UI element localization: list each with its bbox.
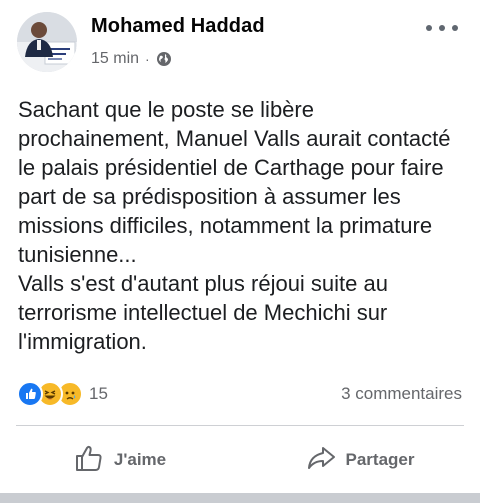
feed-separator xyxy=(0,493,480,503)
thumbs-up-icon xyxy=(74,444,104,477)
avatar-image xyxy=(17,12,77,72)
post-text: Sachant que le poste se libère prochaine… xyxy=(18,97,451,354)
reactions-summary[interactable]: 15 xyxy=(17,381,108,407)
share-button[interactable]: Partager xyxy=(240,430,480,490)
post-card: Mohamed Haddad 15 min · Sachant que le p… xyxy=(0,0,480,503)
comments-count-link[interactable]: 3 commentaires xyxy=(341,384,462,404)
meta-separator: · xyxy=(145,51,150,67)
share-arrow-icon xyxy=(306,444,336,477)
like-button[interactable]: J'aime xyxy=(0,430,240,490)
author-avatar[interactable] xyxy=(17,12,77,72)
post-time[interactable]: 15 min xyxy=(91,50,139,68)
post-actions: J'aime Partager xyxy=(0,430,480,490)
globe-icon[interactable] xyxy=(156,51,172,67)
post-meta: 15 min · xyxy=(91,50,172,68)
more-dot xyxy=(452,25,458,31)
like-label: J'aime xyxy=(113,450,167,469)
more-dot xyxy=(439,25,445,31)
more-dot xyxy=(426,25,432,31)
like-reaction-icon xyxy=(17,381,43,407)
actions-divider xyxy=(16,425,464,426)
share-label: Partager xyxy=(345,450,415,469)
reaction-count: 15 xyxy=(89,384,108,403)
more-options-icon[interactable] xyxy=(426,16,458,40)
author-name[interactable]: Mohamed Haddad xyxy=(91,15,265,38)
